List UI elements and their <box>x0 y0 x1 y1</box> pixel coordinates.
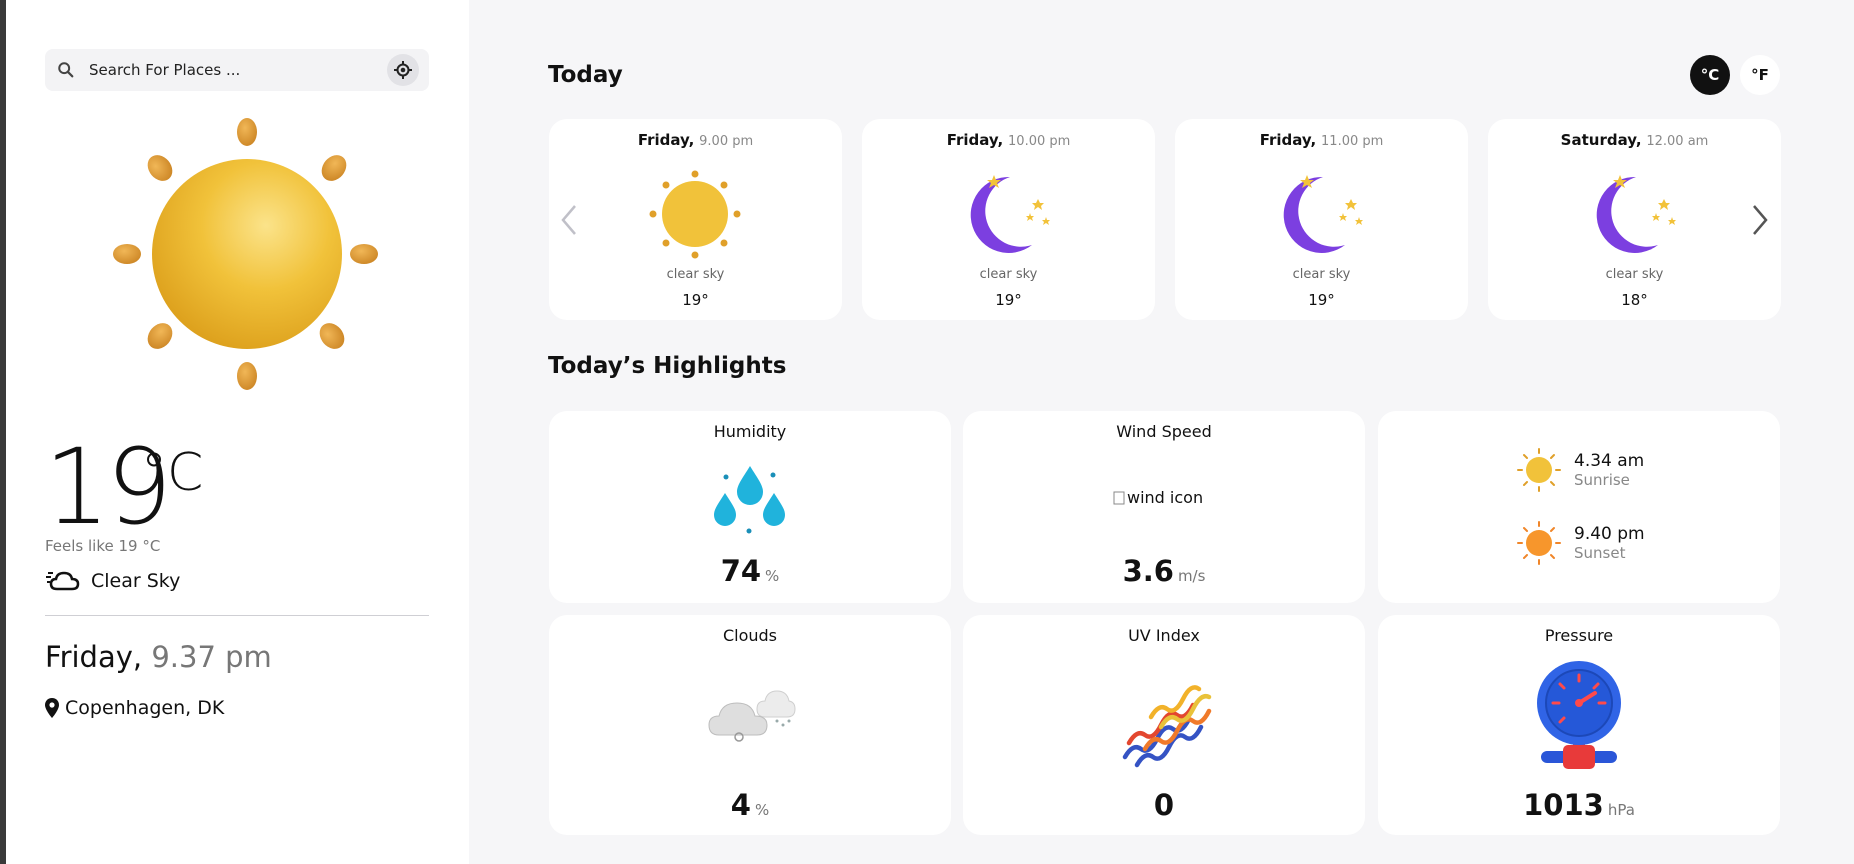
forecast-temp: 18° <box>1621 291 1648 309</box>
weather-condition: Clear Sky <box>45 569 180 593</box>
forecast-card: Friday, 10.00 pm clear sky 19° <box>862 119 1155 320</box>
uv-waves-icon <box>1122 685 1212 768</box>
forecast-day: Saturday, <box>1560 131 1642 149</box>
pressure-gauge-icon <box>1537 661 1621 769</box>
forecast-card: Friday, 9.00 pm clear sky 19° <box>549 119 842 320</box>
current-day: Friday, <box>45 640 143 674</box>
moon-icon <box>1283 175 1363 253</box>
carousel-prev-button[interactable] <box>557 202 581 238</box>
current-datetime: Friday, 9.37 pm <box>45 640 272 674</box>
sunrise-label: Sunrise <box>1574 471 1630 489</box>
sun-icon <box>649 170 741 259</box>
humidity-unit: % <box>765 567 780 585</box>
sun-times-card: 4.34 am Sunrise 9.40 pm Sunset <box>1378 411 1780 603</box>
moon-icon <box>1596 175 1676 253</box>
forecast-time: 11.00 pm <box>1321 134 1384 149</box>
forecast-card: Saturday, 12.00 am clear sky 18° <box>1488 119 1781 320</box>
forecast-temp: 19° <box>1308 291 1335 309</box>
wind-label: Wind Speed <box>1116 422 1212 441</box>
weather-sun-icon <box>113 118 378 390</box>
wind-icon-broken: wind icon <box>1113 488 1203 507</box>
uv-value: 0 <box>1153 788 1175 822</box>
search-icon <box>58 62 74 78</box>
forecast-card: Friday, 11.00 pm clear sky 19° <box>1175 119 1468 320</box>
today-title: Today <box>548 62 623 88</box>
forecast-time: 10.00 pm <box>1008 134 1071 149</box>
highlights-title: Today’s Highlights <box>548 353 787 379</box>
search-input[interactable]: Search For Places ... <box>89 61 240 79</box>
search-bar[interactable]: Search For Places ... <box>45 49 429 91</box>
forecast-desc: clear sky <box>979 267 1038 282</box>
sunrise-row: 4.34 am Sunrise <box>1516 447 1644 493</box>
pressure-unit: hPa <box>1607 801 1635 819</box>
forecast-desc: clear sky <box>1292 267 1351 282</box>
carousel-next-button[interactable] <box>1748 202 1772 238</box>
divider <box>45 615 429 616</box>
location-text: Copenhagen, DK <box>65 697 225 719</box>
feels-like: Feels like 19 °C <box>45 537 161 555</box>
clouds-value: 4 <box>730 788 751 822</box>
fahrenheit-button[interactable]: °F <box>1740 55 1780 95</box>
map-pin-icon <box>45 698 59 718</box>
forecast-day: Friday, <box>1259 131 1317 149</box>
sunrise-time: 4.34 am <box>1574 451 1645 471</box>
sunset-label: Sunset <box>1574 544 1626 562</box>
forecast-desc: clear sky <box>1605 267 1664 282</box>
forecast-desc: clear sky <box>666 267 725 282</box>
broken-image-icon <box>1113 491 1125 504</box>
wind-value: 3.6 <box>1122 554 1174 588</box>
sunrise-icon <box>1517 448 1561 492</box>
clouds-card: Clouds 4% <box>549 615 951 835</box>
forecast-day: Friday, <box>637 131 695 149</box>
uv-card: UV Index 0 <box>963 615 1365 835</box>
current-location-button[interactable] <box>387 54 419 86</box>
cloud-icon <box>46 571 80 591</box>
crosshair-icon <box>394 61 412 79</box>
location: Copenhagen, DK <box>45 697 224 719</box>
wind-card: Wind Speed wind icon 3.6 m/s <box>963 411 1365 603</box>
forecast-time: 9.00 pm <box>699 134 754 149</box>
humidity-label: Humidity <box>713 422 787 441</box>
celsius-button[interactable]: °C <box>1690 55 1730 95</box>
wind-unit: m/s <box>1177 567 1206 585</box>
forecast-time: 12.00 am <box>1646 134 1709 149</box>
water-drops-icon <box>714 466 785 534</box>
forecast-temp: 19° <box>995 291 1022 309</box>
humidity-card: Humidity 74% <box>549 411 951 603</box>
sunset-icon <box>1517 521 1561 565</box>
sunset-row: 9.40 pm Sunset <box>1516 520 1645 566</box>
wind-icon-alt: wind icon <box>1127 488 1204 507</box>
forecast-day: Friday, <box>946 131 1004 149</box>
clouds-unit: % <box>754 801 770 819</box>
condition-text: Clear Sky <box>91 570 181 592</box>
sunset-time: 9.40 pm <box>1574 524 1645 544</box>
pressure-value: 1013 <box>1523 788 1604 822</box>
pressure-label: Pressure <box>1544 626 1614 645</box>
clouds-icon <box>708 690 796 742</box>
sidebar: Search For Places ... 19 °C Feels like 1… <box>6 0 469 864</box>
current-time: 9.37 pm <box>151 640 272 674</box>
temperature-unit: °C <box>141 443 204 503</box>
moon-icon <box>970 175 1050 253</box>
humidity-value: 74 <box>720 554 762 588</box>
uv-label: UV Index <box>1128 626 1200 645</box>
forecast-temp: 19° <box>682 291 709 309</box>
clouds-label: Clouds <box>722 626 778 645</box>
pressure-card: Pressure 1013 hPa <box>1378 615 1780 835</box>
